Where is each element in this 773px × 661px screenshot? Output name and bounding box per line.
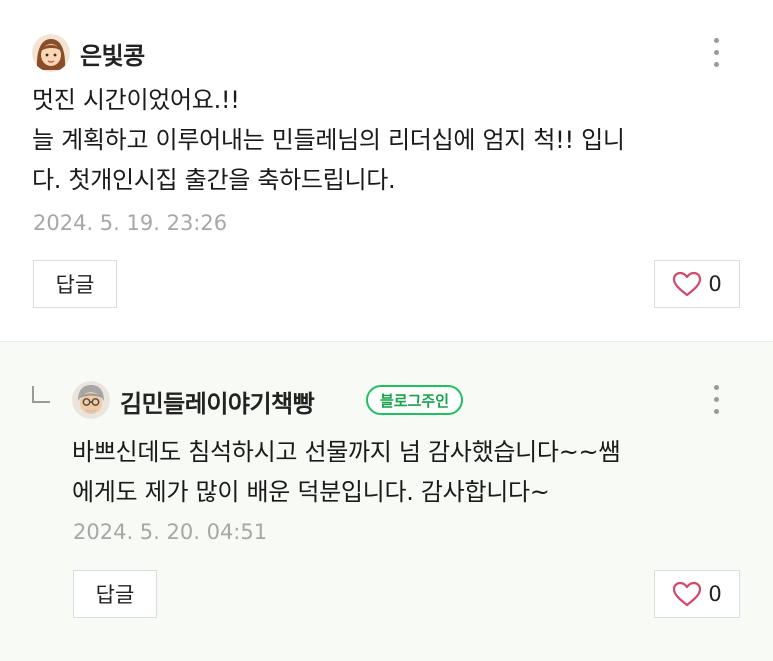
grandpa-avatar-icon[interactable]: [72, 381, 110, 419]
more-options-icon[interactable]: [704, 380, 728, 420]
comment-author[interactable]: 김민들레이야기책빵: [120, 384, 315, 419]
comment-line: 늘 계획하고 이루어내는 민들레님의 리더십에 엄지 척!! 입니: [32, 126, 625, 154]
reply-button[interactable]: 답글: [33, 260, 117, 308]
reply-arrow-icon: [32, 386, 50, 403]
comment-date: 2024. 5. 20. 04:51: [73, 520, 268, 544]
reply-comment-item: 김민들레이야기책빵 블로그주인 바쁘신데도 침석하시고 선물까지 넘 감사했습니…: [0, 341, 773, 661]
comment-item: 은빛콩 멋진 시간이었어요.!! 늘 계획하고 이루어내는 민들레님의 리더십에…: [0, 0, 773, 341]
heart-icon: [673, 271, 702, 297]
comment-line: 다. 첫개인시집 출간을 축하드립니다.: [32, 166, 396, 194]
comment-date: 2024. 5. 19. 23:26: [33, 211, 228, 235]
girl-avatar-icon[interactable]: [32, 34, 70, 72]
more-options-icon[interactable]: [704, 33, 728, 73]
comment-body: 바쁘신데도 침석하시고 선물까지 넘 감사했습니다~~쌤 에게도 제가 많이 배…: [72, 432, 620, 512]
comment-line: 바쁘신데도 침석하시고 선물까지 넘 감사했습니다~~쌤: [72, 438, 621, 466]
reply-button[interactable]: 답글: [73, 570, 157, 618]
like-button[interactable]: 0: [654, 260, 740, 308]
comment-line: 에게도 제가 많이 배운 덕분입니다. 감사합니다~: [72, 478, 550, 506]
comment-author[interactable]: 은빛콩: [80, 36, 145, 71]
like-count: 0: [708, 272, 722, 296]
like-count: 0: [708, 582, 722, 606]
blog-owner-badge: 블로그주인: [366, 385, 464, 415]
comment-line: 멋진 시간이었어요.!!: [32, 86, 240, 114]
like-button[interactable]: 0: [654, 570, 740, 618]
comment-body: 멋진 시간이었어요.!! 늘 계획하고 이루어내는 민들레님의 리더십에 엄지 …: [32, 80, 625, 200]
heart-icon: [673, 581, 702, 607]
